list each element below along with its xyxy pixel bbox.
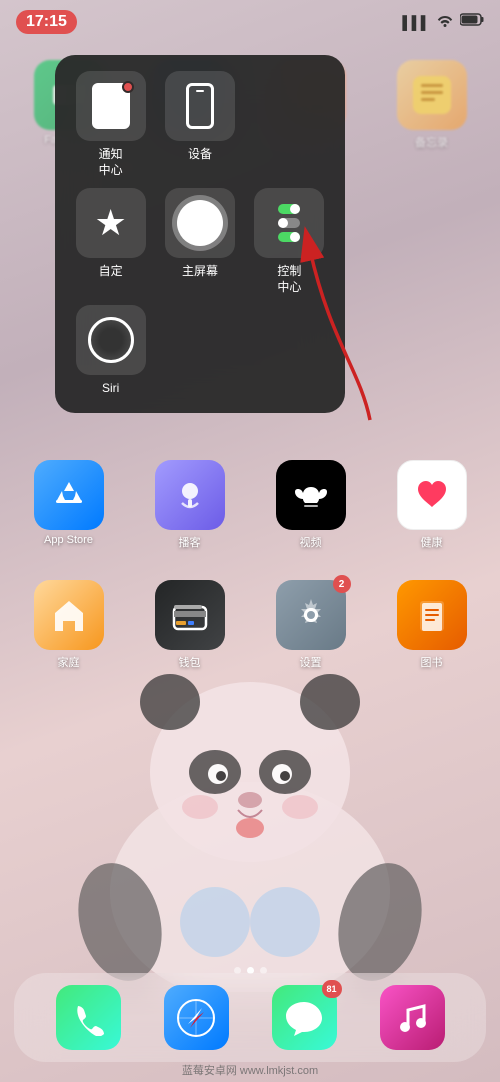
panda-decoration [60, 632, 440, 992]
customize-label: 自定 [99, 264, 123, 280]
podcasts-icon [155, 460, 225, 530]
dock-messages[interactable]: 81 [272, 985, 337, 1050]
wallet-icon [155, 580, 225, 650]
home-screen-circle-icon [177, 200, 223, 246]
app-settings[interactable]: 2 设置 [258, 580, 363, 670]
device-icon-box [165, 71, 235, 141]
podcasts-label: 播客 [179, 534, 201, 550]
dock-safari[interactable] [164, 985, 229, 1050]
arrow-annotation [270, 220, 410, 440]
home-label: 家庭 [58, 654, 80, 670]
home-screen-label: 主屏幕 [182, 264, 218, 280]
messages-badge: 81 [322, 980, 342, 998]
customize-icon-box: ★ [76, 188, 146, 258]
wallet-label: 钱包 [179, 654, 201, 670]
menu-item-siri[interactable]: Siri [71, 305, 150, 397]
menu-item-customize[interactable]: ★ 自定 [71, 188, 150, 295]
menu-item-device[interactable]: 设备 [160, 71, 239, 178]
home-icon [34, 580, 104, 650]
siri-icon-box [76, 305, 146, 375]
messages-icon: 81 [272, 985, 337, 1050]
appstore-label: App Store [44, 534, 93, 546]
notification-center-icon-box [76, 71, 146, 141]
device-label: 设备 [188, 147, 212, 163]
home-screen-icon-box [165, 188, 235, 258]
signal-icon: ▌▌▌ [402, 15, 430, 30]
appletv-icon [276, 460, 346, 530]
notification-center-label: 通知 中心 [99, 147, 123, 178]
health-label: 健康 [421, 534, 443, 550]
dock-music[interactable] [380, 985, 445, 1050]
wifi-icon [436, 13, 454, 32]
settings-icon: 2 [276, 580, 346, 650]
dock-phone[interactable] [56, 985, 121, 1050]
phone-icon [56, 985, 121, 1050]
status-time: 17:15 [16, 10, 77, 34]
star-icon: ★ [95, 202, 127, 244]
books-label: 图书 [421, 654, 443, 670]
settings-label: 设置 [300, 654, 322, 670]
app-health[interactable]: 健康 [379, 460, 484, 550]
siri-circle-icon [88, 317, 134, 363]
menu-item-home-screen[interactable]: 主屏幕 [160, 188, 239, 295]
appletv-label: 视频 [300, 534, 322, 550]
menu-item-notification-center[interactable]: 通知 中心 [71, 71, 150, 178]
watermark: 蓝莓安卓网 www.lmkjst.com [0, 1062, 500, 1078]
siri-label: Siri [102, 381, 119, 397]
safari-icon [164, 985, 229, 1050]
appstore-icon [34, 460, 104, 530]
app-appletv[interactable]: 视频 [258, 460, 363, 550]
status-bar: 17:15 ▌▌▌ [0, 0, 500, 44]
app-podcasts[interactable]: 播客 [137, 460, 242, 550]
books-icon [397, 580, 467, 650]
device-phone-icon [186, 83, 214, 129]
health-icon [397, 460, 467, 530]
music-icon [380, 985, 445, 1050]
app-notes: 备忘录 [379, 60, 484, 150]
app-home[interactable]: 家庭 [16, 580, 121, 670]
app-grid-row1: App Store 播客 视频 健康 [0, 460, 500, 550]
dock: 81 [14, 973, 486, 1062]
app-books[interactable]: 图书 [379, 580, 484, 670]
settings-badge: 2 [333, 575, 351, 593]
app-grid-row2: 家庭 钱包 2 设置 [0, 580, 500, 670]
app-appstore[interactable]: App Store [16, 460, 121, 550]
app-wallet[interactable]: 钱包 [137, 580, 242, 670]
notif-icon [88, 83, 134, 129]
status-icons: ▌▌▌ [402, 13, 484, 32]
battery-icon [460, 13, 484, 31]
